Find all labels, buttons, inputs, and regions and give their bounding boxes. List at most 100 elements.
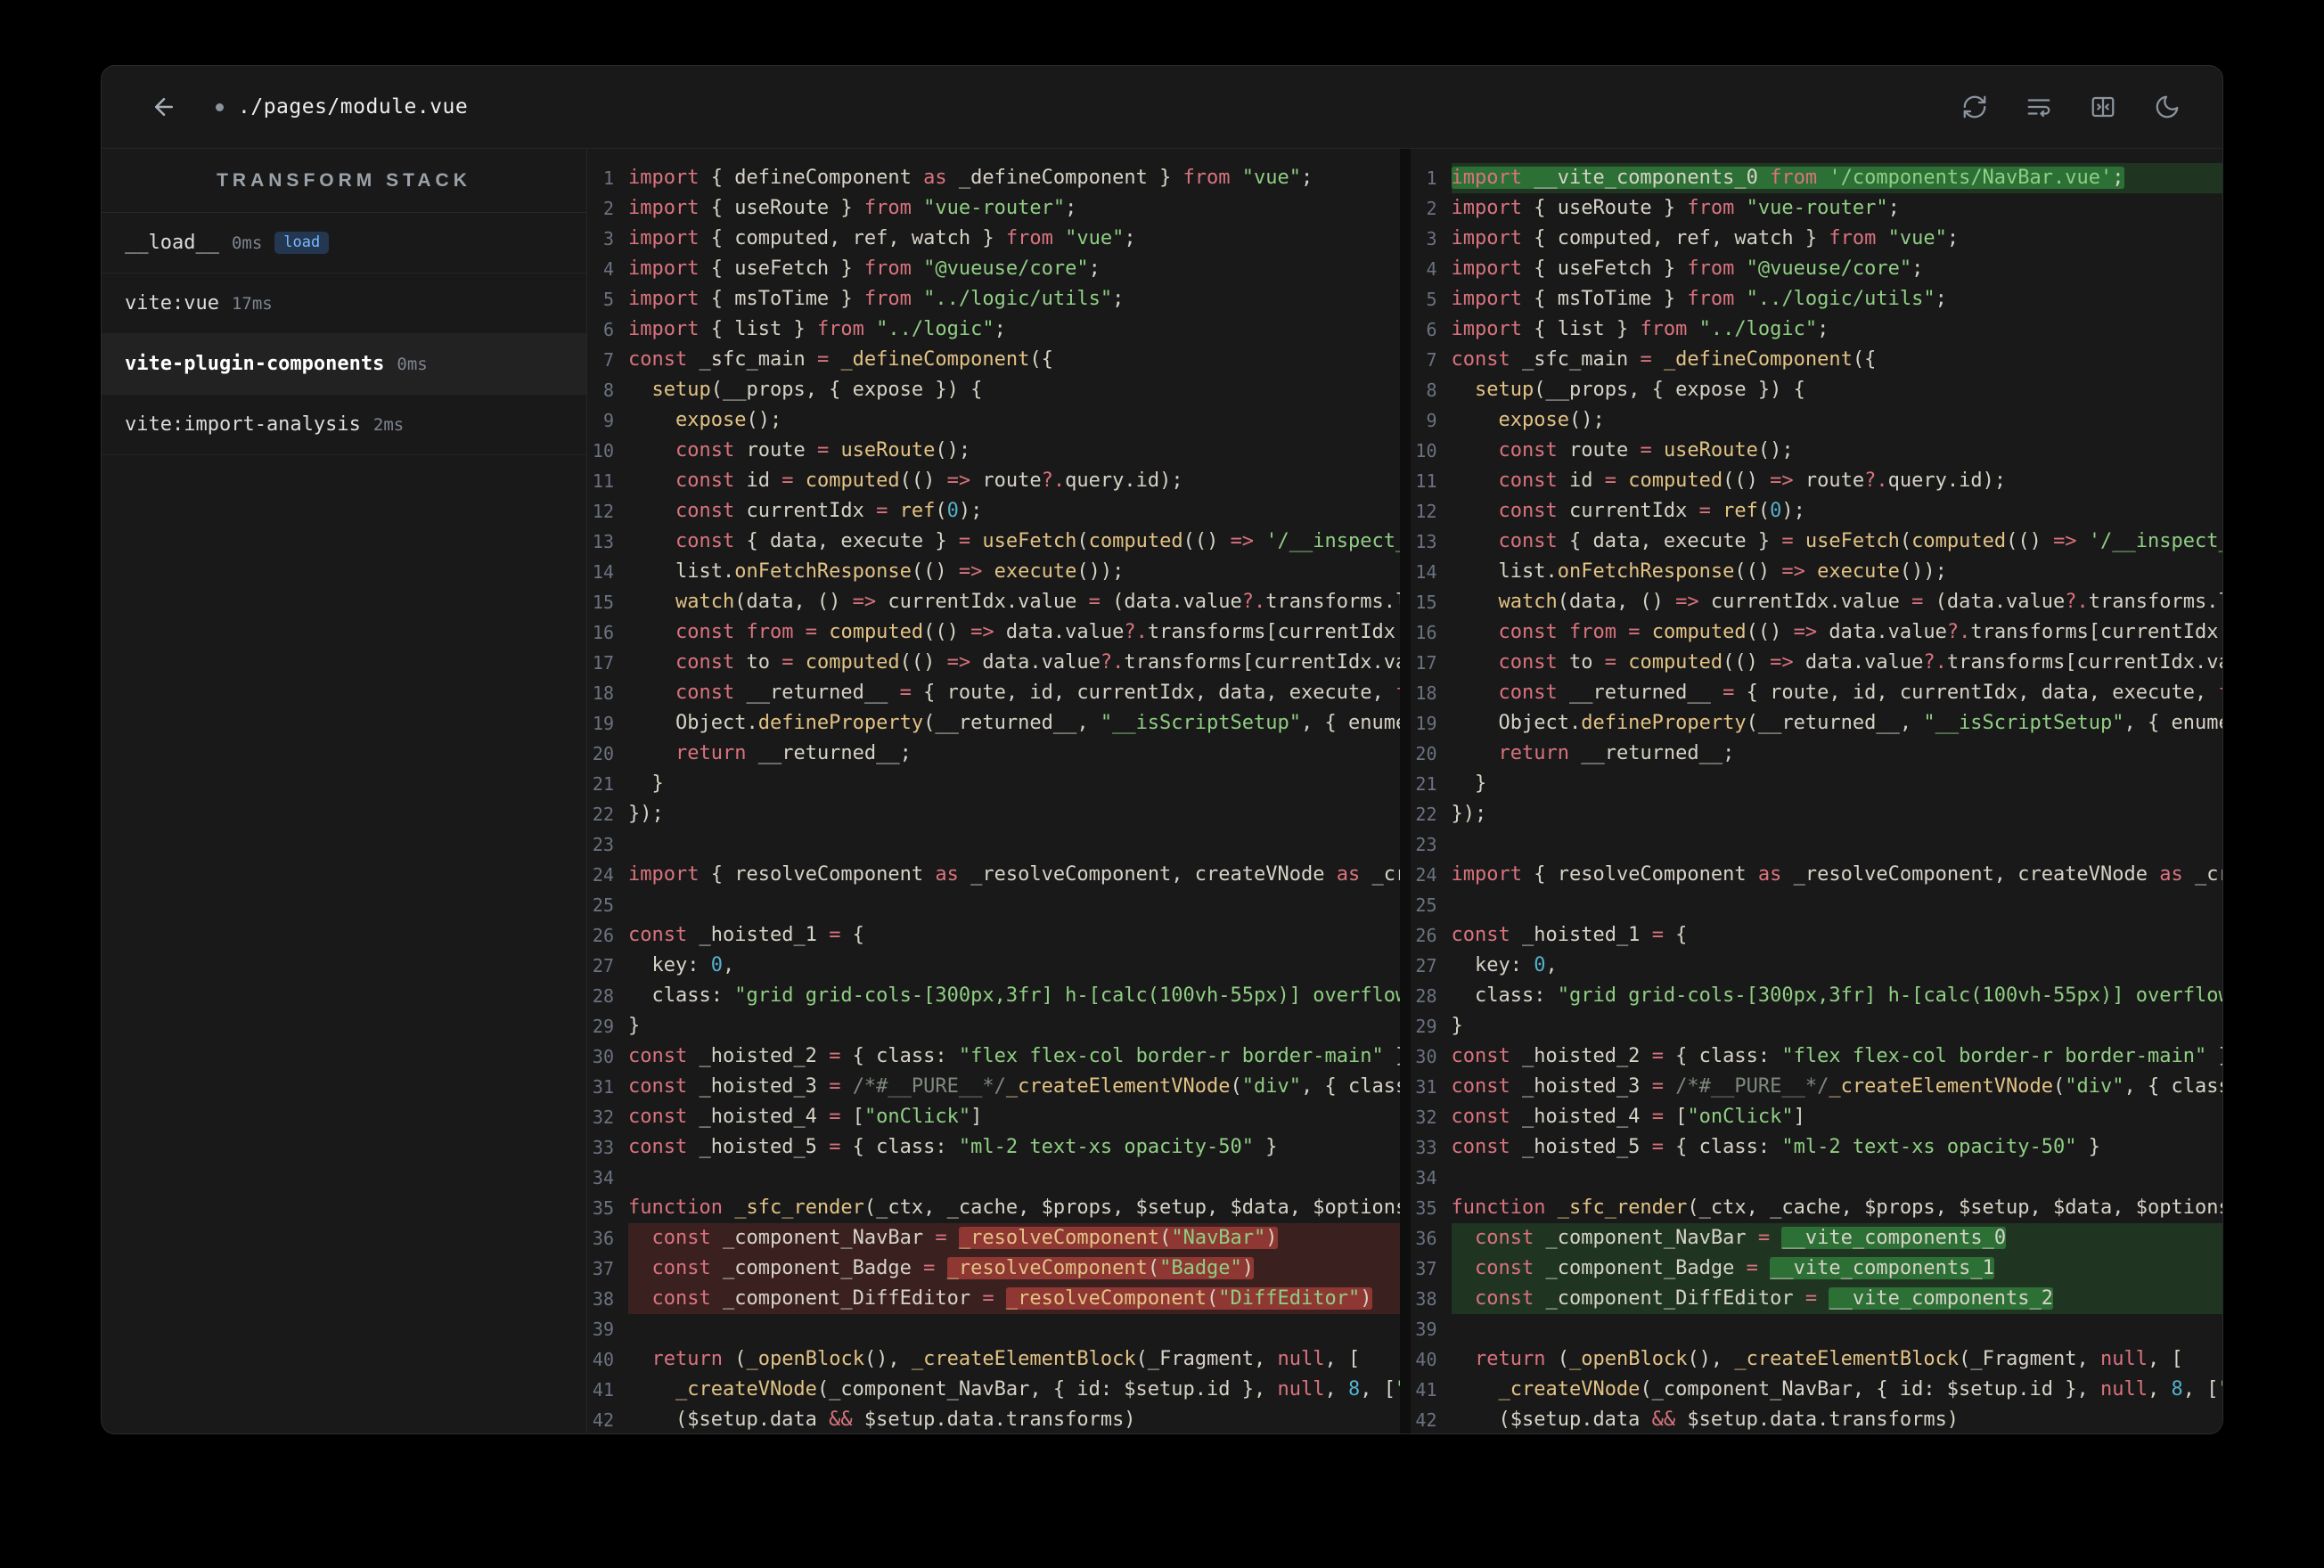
line-number: 24 — [592, 864, 614, 886]
code-line: 19 Object.defineProperty(__returned__, "… — [587, 708, 1400, 739]
line-number: 35 — [592, 1197, 614, 1219]
code-line: 41 _createVNode(_component_NavBar, { id:… — [1411, 1375, 2222, 1405]
code-text: import { computed, ref, watch } from "vu… — [1451, 227, 1960, 249]
code-line: 35 function _sfc_render(_ctx, _cache, $pr… — [1411, 1193, 2222, 1223]
line-number: 10 — [1415, 440, 1437, 461]
code-text: return __returned__; — [675, 742, 912, 764]
code-line: 5 import { msToTime } from "../logic/util… — [1411, 284, 2223, 314]
code-line: 3 import { computed, ref, watch } from "v… — [1411, 224, 2223, 254]
code-line: 27 key: 0, — [1411, 951, 2223, 981]
line-number: 31 — [1415, 1076, 1437, 1098]
code-text: ($setup.data && $setup.data.transforms) — [1451, 1409, 1960, 1431]
line-number: 6 — [602, 319, 614, 340]
code-text: const id = computed(() => route?.query.i… — [1498, 470, 2007, 492]
line-number: 13 — [1415, 531, 1437, 552]
code-text: import { list } from "../logic"; — [628, 318, 1006, 340]
code-text: class: "grid grid-cols-[300px,3fr] h-[ca… — [1451, 984, 2222, 1007]
code-text: return (_openBlock(), _createElementBloc… — [1475, 1348, 2183, 1370]
code-line: 10 const route = useRoute(); — [1411, 436, 2223, 466]
line-number: 19 — [592, 713, 614, 734]
code-text: const _component_NavBar = _resolveCompon… — [628, 1223, 1400, 1254]
line-number: 17 — [1415, 652, 1437, 674]
back-button[interactable] — [148, 91, 180, 123]
line-number: 42 — [592, 1409, 614, 1431]
line-number: 26 — [1415, 925, 1437, 946]
dark-mode-icon[interactable] — [2153, 93, 2181, 121]
line-number: 4 — [602, 258, 614, 280]
code-text: const _hoisted_1 = { — [1451, 924, 1688, 946]
line-number: 28 — [592, 985, 614, 1007]
code-text: const _sfc_main = _defineComponent({ — [1451, 348, 1877, 371]
wrap-text-icon[interactable] — [2025, 93, 2053, 121]
code-line: 14 list.onFetchResponse(() => execute())… — [1411, 557, 2223, 587]
transform-stack-item[interactable]: vite-plugin-components 0ms — [102, 334, 586, 395]
code-line: 6 import { list } from "../logic"; — [1411, 314, 2223, 345]
code-text: class: "grid grid-cols-[300px,3fr] h-[ca… — [628, 984, 1400, 1007]
line-number: 37 — [592, 1258, 614, 1279]
code-line: 19 Object.defineProperty(__returned__, "… — [1411, 708, 2222, 739]
load-badge: load — [274, 231, 330, 255]
line-number: 32 — [1415, 1107, 1437, 1128]
diff-editor: 1 import { defineComponent as _defineComp… — [587, 149, 2222, 1433]
code-line: 41 _createVNode(_component_NavBar, { id:… — [587, 1375, 1400, 1405]
code-line: 34 — [1411, 1163, 2223, 1193]
code-text: const currentIdx = ref(0); — [1498, 500, 1805, 522]
line-number: 4 — [1426, 258, 1437, 280]
line-number: 40 — [592, 1349, 614, 1370]
code-line: 25 — [587, 890, 1400, 920]
code-line: 21 } — [1411, 769, 2223, 799]
code-line: 18 const __returned__ = { route, id, cur… — [587, 678, 1400, 708]
code-line: 20 return __returned__; — [1411, 739, 2223, 769]
code-line: 3 import { computed, ref, watch } from "v… — [587, 224, 1400, 254]
code-text: const route = useRoute(); — [1498, 439, 1794, 461]
code-text: setup(__props, { expose }) { — [651, 379, 983, 401]
code-line: 29} — [587, 1011, 1400, 1041]
line-number: 5 — [1426, 289, 1437, 310]
line-number: 23 — [592, 834, 614, 855]
code-line: 11 const id = computed(() => route?.quer… — [1411, 466, 2223, 496]
code-line: 30 const _hoisted_2 = { class: "flex flex… — [1411, 1041, 2222, 1072]
transform-stack-item[interactable]: vite:vue 17ms — [102, 274, 586, 334]
code-text: import { useRoute } from "vue-router"; — [1451, 197, 1900, 219]
line-number: 17 — [592, 652, 614, 674]
code-line: 24 import { resolveComponent as _resolveC… — [587, 860, 1400, 890]
code-line: 23 — [587, 829, 1400, 860]
code-line: 12 const currentIdx = ref(0); — [587, 496, 1400, 527]
transform-stack-item[interactable]: __load__ 0ms load — [102, 213, 586, 274]
code-line: 26 const _hoisted_1 = { — [1411, 920, 2223, 951]
plugin-duration: 2ms — [372, 414, 405, 435]
code-line: 17 const to = computed(() => data.value?… — [1411, 648, 2222, 678]
inspector-window: ./pages/module.vue TRANSFORM STACK __loa… — [101, 65, 2223, 1434]
code-line: 29} — [1411, 1011, 2223, 1041]
line-number: 25 — [592, 894, 614, 916]
refresh-icon[interactable] — [1960, 93, 1989, 121]
code-line: 9 expose(); — [587, 405, 1400, 436]
code-line: 4 import { useFetch } from "@vueuse/core"… — [1411, 254, 2223, 284]
code-text: const _component_NavBar = __vite_compone… — [1451, 1223, 2222, 1254]
line-number: 8 — [602, 380, 614, 401]
line-number: 41 — [1415, 1379, 1437, 1401]
diff-pane-before[interactable]: 1 import { defineComponent as _defineComp… — [587, 149, 1400, 1433]
code-text: import { computed, ref, watch } from "vu… — [628, 227, 1136, 249]
code-line: 18 const __returned__ = { route, id, cur… — [1411, 678, 2222, 708]
code-line: 25 — [1411, 890, 2223, 920]
code-text: const currentIdx = ref(0); — [675, 500, 983, 522]
code-text: list.onFetchResponse(() => execute()); — [1451, 560, 1947, 583]
code-line: 27 key: 0, — [587, 951, 1400, 981]
code-text: const { data, execute } = useFetch(compu… — [1498, 530, 2222, 552]
code-line: 38 const _component_DiffEditor = __vite_… — [1411, 1284, 2222, 1314]
split-view-icon[interactable] — [2089, 93, 2117, 121]
diff-pane-after[interactable]: 1 import __vite_components_0 from '/compo… — [1411, 149, 2223, 1433]
code-text: return (_openBlock(), _createElementBloc… — [651, 1348, 1361, 1370]
code-text: const _hoisted_3 = /*#__PURE__*/_createE… — [628, 1075, 1400, 1098]
code-line: 8 setup(__props, { expose }) { — [1411, 375, 2223, 405]
code-line: 15 watch(data, () => currentIdx.value = … — [1411, 587, 2222, 617]
code-line: 20 return __returned__; — [587, 739, 1400, 769]
transform-stack-item[interactable]: vite:import-analysis 2ms — [102, 395, 586, 455]
code-line: 37 const _component_Badge = __vite_compo… — [1411, 1254, 2222, 1284]
code-line: 33 const _hoisted_5 = { class: "ml-2 text… — [587, 1132, 1400, 1163]
